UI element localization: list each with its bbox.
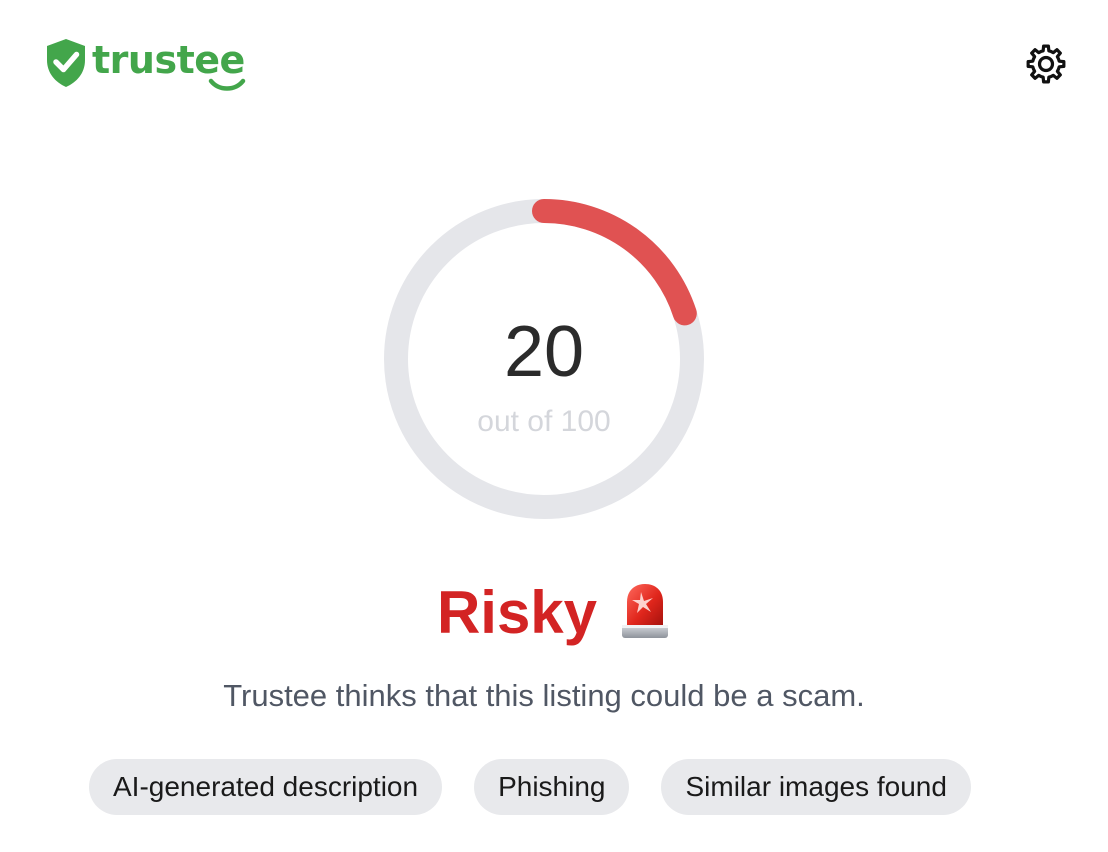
shield-check-icon (47, 39, 85, 87)
score-gauge: 20 out of 100 (384, 199, 704, 519)
tag-similar-images-found[interactable]: Similar images found (661, 759, 971, 815)
verdict-description: Trustee thinks that this listing could b… (223, 678, 865, 713)
siren-icon (622, 584, 669, 638)
brand-wordmark: trustee (92, 38, 245, 91)
trust-report-page: trustee 20 out of 100 Risky Trustee thin… (0, 0, 1108, 852)
brand-name: trustee (92, 38, 245, 82)
settings-button[interactable] (1024, 42, 1068, 86)
tag-ai-generated-description[interactable]: AI-generated description (89, 759, 443, 815)
gear-icon (1026, 44, 1066, 84)
risk-tags: AI-generated description Phishing Simila… (89, 759, 971, 815)
tag-phishing[interactable]: Phishing (474, 759, 630, 815)
score-value: 20 (503, 312, 585, 392)
score-scale-label: out of 100 (477, 405, 611, 438)
trustee-logo[interactable]: trustee (44, 38, 245, 94)
verdict-label: Risky (436, 579, 598, 646)
smile-curve-icon (208, 78, 246, 91)
verdict-row: Risky (0, 578, 1108, 648)
